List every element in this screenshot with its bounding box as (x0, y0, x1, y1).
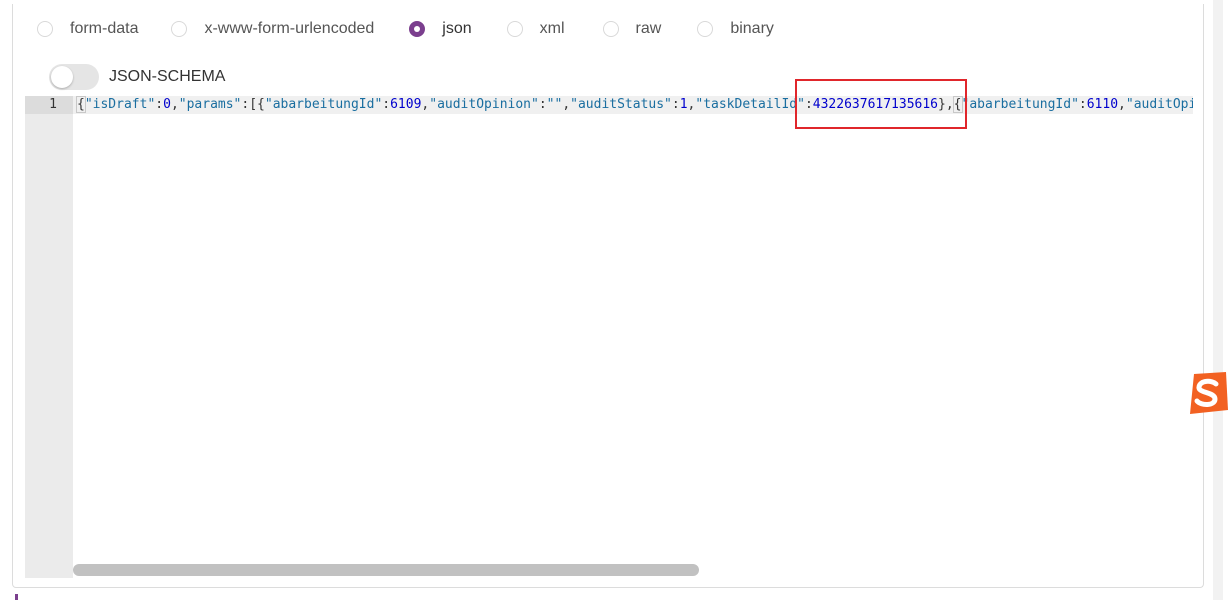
radio-form-data-circle[interactable] (37, 21, 53, 37)
code-token: : (1078, 97, 1087, 112)
code-token: 6110 (1086, 97, 1119, 112)
code-token: "auditStatus" (570, 97, 672, 112)
code-token: "params" (178, 97, 242, 112)
code-token: "isDraft" (84, 97, 156, 112)
radio-x-www-form-urlencoded-circle[interactable] (171, 21, 188, 37)
json-code-editor[interactable]: 1 {"isDraft":0,"params":[{"abarbeitungId… (25, 96, 1193, 578)
code-token: { (952, 96, 963, 113)
code-token: :[{ (241, 97, 265, 112)
code-token: "" (546, 97, 563, 112)
code-token: : (671, 97, 680, 112)
json-schema-toggle[interactable] (49, 64, 99, 90)
code-token: : (155, 97, 164, 112)
code-token: "abarbeitungId" (264, 97, 383, 112)
radio-binary-label: binary (730, 20, 774, 37)
horizontal-scrollbar[interactable] (73, 564, 699, 576)
code-token: , (562, 97, 571, 112)
code-token: : (804, 97, 813, 112)
code-token: "auditOpinion" (1125, 97, 1193, 112)
radio-raw-circle[interactable] (602, 21, 619, 37)
radio-x-www-form-urlencoded[interactable]: x-www-form-urlencoded (171, 20, 374, 38)
line-number: 1 (25, 96, 73, 114)
radio-raw[interactable]: raw (602, 20, 662, 38)
radio-xml-circle[interactable] (506, 21, 523, 37)
sogou-input-icon[interactable] (1186, 370, 1228, 416)
code-token: 1 (679, 97, 688, 112)
json-schema-label: JSON-SCHEMA (109, 68, 226, 85)
code-area[interactable]: {"isDraft":0,"params":[{"abarbeitungId":… (73, 96, 1193, 578)
code-line-1[interactable]: {"isDraft":0,"params":[{"abarbeitungId":… (76, 96, 1193, 114)
code-token: : (538, 97, 547, 112)
radio-json-circle[interactable] (409, 21, 426, 37)
code-token: 6109 (390, 97, 422, 112)
radio-xml-label: xml (539, 20, 565, 37)
radio-raw-label: raw (635, 20, 662, 37)
radio-xml[interactable]: xml (506, 20, 565, 38)
radio-json[interactable]: json (409, 20, 472, 38)
toggle-knob (51, 66, 73, 88)
json-schema-toggle-row: JSON-SCHEMA (49, 64, 225, 90)
radio-binary[interactable]: binary (697, 20, 774, 38)
vertical-scrollbar[interactable] (1213, 0, 1223, 600)
code-token: , (170, 97, 179, 112)
bottom-indicator (15, 594, 18, 600)
code-token: } (938, 97, 946, 112)
line-number-gutter: 1 (25, 96, 73, 578)
radio-json-label: json (442, 20, 472, 37)
radio-binary-circle[interactable] (697, 21, 714, 37)
code-token: "auditOpinion" (429, 97, 539, 112)
radio-form-data[interactable]: form-data (37, 20, 138, 38)
code-token: "taskDetailId" (695, 97, 805, 112)
code-token: , (1118, 97, 1126, 112)
radio-form-data-label: form-data (70, 20, 139, 37)
code-token: 0 (163, 97, 171, 112)
code-token: , (945, 97, 954, 112)
code-token: 4322637617135616 (812, 97, 939, 112)
radio-x-www-form-urlencoded-label: x-www-form-urlencoded (204, 20, 375, 37)
code-token: "abarbeitungId" (961, 97, 1079, 112)
body-type-radio-group: form-data x-www-form-urlencoded json xml… (37, 14, 774, 44)
code-token: : (382, 97, 391, 112)
code-token: { (76, 96, 86, 113)
